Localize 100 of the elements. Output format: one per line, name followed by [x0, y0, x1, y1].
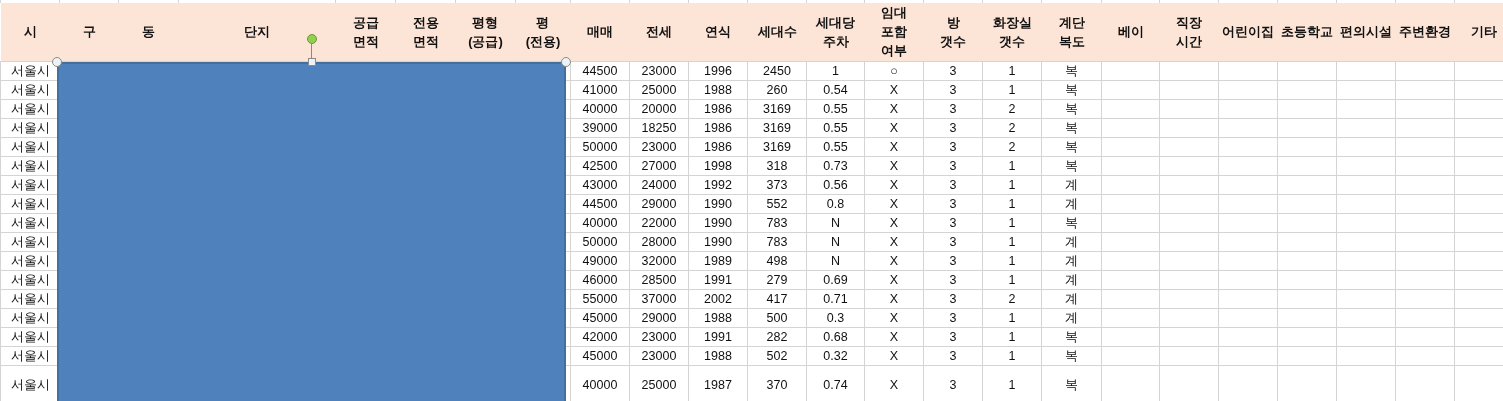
table-cell: 50000	[570, 137, 630, 156]
table-cell: 29000	[629, 308, 689, 327]
table-cell: 3	[923, 308, 983, 327]
table-cell: 1	[982, 327, 1042, 346]
table-cell: 0.8	[806, 194, 865, 213]
table-cell: 3	[923, 61, 983, 80]
table-cell: 3	[923, 175, 983, 194]
column-header: 화장실 갯수	[992, 13, 1032, 51]
table-cell: 3	[923, 194, 983, 213]
table-cell: 45000	[570, 308, 630, 327]
table-cell: 46000	[570, 270, 630, 289]
table-cell: 3169	[747, 99, 807, 118]
table-cell: 0.68	[806, 327, 865, 346]
table-cell: X	[864, 346, 924, 365]
table-cell: 0.32	[806, 346, 865, 365]
table-cell: 3169	[747, 137, 807, 156]
table-cell: 23000	[629, 61, 689, 80]
table-cell: 0.54	[806, 80, 865, 99]
table-cell: 1992	[688, 175, 748, 194]
table-cell: 1	[982, 194, 1042, 213]
table-cell: 22000	[629, 213, 689, 232]
rotate-handle[interactable]	[307, 34, 317, 44]
table-cell: 783	[747, 232, 807, 251]
table-cell: X	[864, 232, 924, 251]
column-header: 평 (전용)	[525, 13, 561, 51]
table-cell: 1	[982, 175, 1042, 194]
table-cell: 2	[982, 137, 1042, 156]
table-cell: 1	[982, 213, 1042, 232]
column-header: 기타	[1471, 23, 1497, 42]
table-cell: X	[864, 99, 924, 118]
table-cell: 25000	[629, 80, 689, 99]
table-cell: 27000	[629, 156, 689, 175]
table-cell: 2002	[688, 289, 748, 308]
table-cell: 0.55	[806, 99, 865, 118]
table-cell: 23000	[629, 346, 689, 365]
table-cell: 1	[982, 346, 1042, 365]
table-cell: 계	[1041, 232, 1102, 251]
table-cell: ○	[864, 61, 924, 80]
table-cell: 18250	[629, 118, 689, 137]
table-cell: 1	[982, 232, 1042, 251]
table-cell: 43000	[570, 175, 630, 194]
table-cell: 계	[1041, 308, 1102, 327]
table-cell: 1	[982, 156, 1042, 175]
table-cell: 49000	[570, 251, 630, 270]
table-cell: 3	[923, 137, 983, 156]
table-cell: 1990	[688, 213, 748, 232]
table-cell: 42000	[570, 327, 630, 346]
table-cell: 1	[806, 61, 865, 80]
column-header: 주변환경	[1399, 23, 1451, 42]
column-header: 베이	[1117, 23, 1144, 42]
table-cell: 23000	[629, 327, 689, 346]
table-cell: X	[864, 251, 924, 270]
column-header: 전세	[646, 23, 672, 42]
table-cell: 20000	[629, 99, 689, 118]
resize-handle[interactable]	[52, 57, 62, 67]
table-cell: 3	[923, 213, 983, 232]
table-cell: 498	[747, 251, 807, 270]
table-cell: 0.55	[806, 137, 865, 156]
column-header: 동	[142, 23, 155, 42]
table-cell: 3	[923, 118, 983, 137]
table-cell: 1	[982, 270, 1042, 289]
table-cell: X	[864, 80, 924, 99]
table-cell: X	[864, 156, 924, 175]
table-cell: 1989	[688, 251, 748, 270]
table-cell: X	[864, 175, 924, 194]
table-cell: 복	[1041, 99, 1102, 118]
table-cell: 3	[923, 99, 983, 118]
table-cell: N	[806, 232, 865, 251]
column-header: 편의시설	[1340, 23, 1392, 42]
table-cell: 복	[1041, 156, 1102, 175]
column-header: 세대수	[757, 23, 797, 42]
table-cell: 1	[982, 251, 1042, 270]
table-cell: 37000	[629, 289, 689, 308]
column-header: 전용 면적	[412, 13, 439, 51]
table-cell: 279	[747, 270, 807, 289]
column-header: 매매	[587, 23, 613, 42]
table-cell: 55000	[570, 289, 630, 308]
table-cell: 28000	[629, 232, 689, 251]
table-cell: 1	[982, 308, 1042, 327]
table-cell: 2450	[747, 61, 807, 80]
column-header: 평형 (공급)	[468, 13, 503, 51]
column-header: 방 갯수	[940, 13, 966, 51]
table-cell: 1991	[688, 270, 748, 289]
table-cell: 3	[923, 327, 983, 346]
table-cell: 260	[747, 80, 807, 99]
table-cell: 318	[747, 156, 807, 175]
table-cell: 39000	[570, 118, 630, 137]
table-cell: N	[806, 251, 865, 270]
resize-handle[interactable]	[308, 58, 316, 66]
table-cell: X	[864, 308, 924, 327]
column-header: 세대당 주차	[816, 13, 855, 51]
resize-handle[interactable]	[561, 57, 571, 67]
table-cell: 0.55	[806, 118, 865, 137]
table-cell: 계	[1041, 194, 1102, 213]
table-cell: 1986	[688, 99, 748, 118]
table-cell: 50000	[570, 232, 630, 251]
table-cell: 복	[1041, 137, 1102, 156]
table-cell: 복	[1041, 61, 1102, 80]
column-header: 구	[82, 23, 96, 42]
table-cell: 1986	[688, 118, 748, 137]
